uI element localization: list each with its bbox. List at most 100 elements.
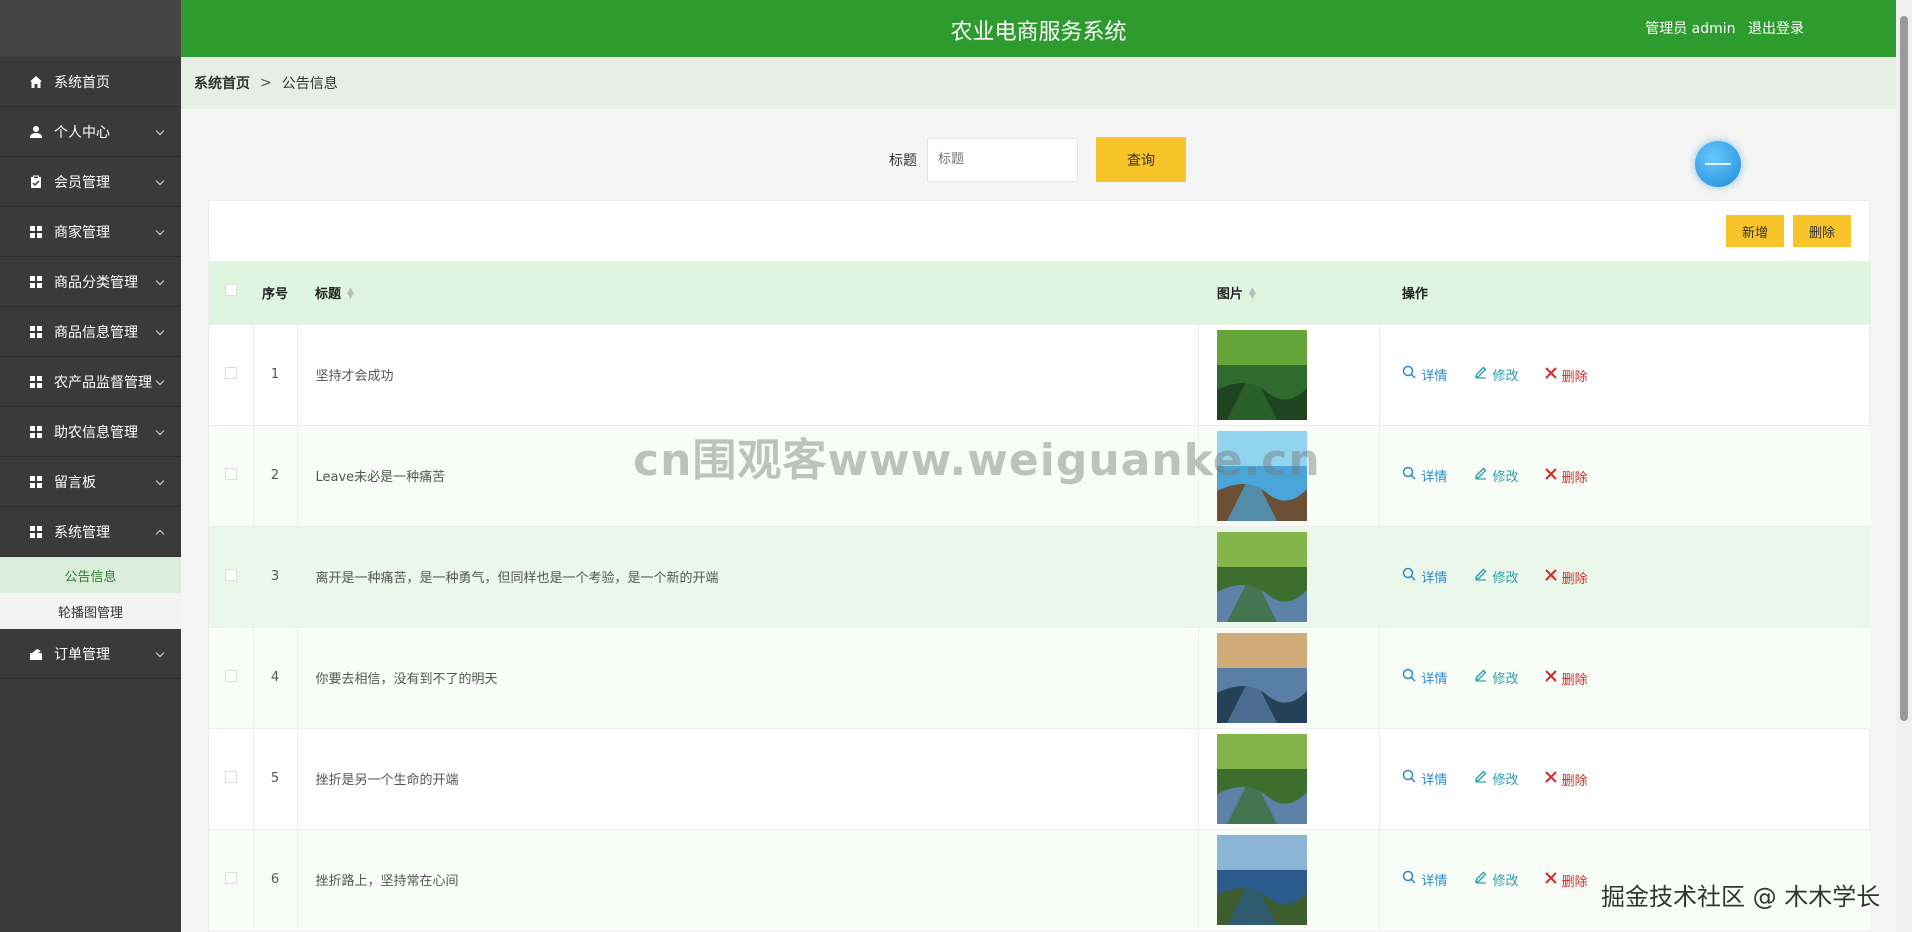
row-thumbnail[interactable] xyxy=(1217,531,1308,622)
header-title[interactable]: 标题 ▲ ▼ xyxy=(297,261,1199,324)
edit-button[interactable]: 修改 xyxy=(1474,769,1519,788)
row-thumbnail[interactable] xyxy=(1217,329,1308,420)
row-checkbox-cell xyxy=(209,424,254,526)
sidebar-item-orders[interactable]: 订单管理 xyxy=(0,629,181,679)
sidebar-item-2[interactable]: 会员管理 xyxy=(0,157,181,207)
row-checkbox[interactable] xyxy=(224,568,237,581)
title-search-input[interactable] xyxy=(927,137,1078,182)
edit-button[interactable]: 修改 xyxy=(1474,870,1519,889)
add-button[interactable]: 新增 xyxy=(1726,215,1784,247)
main-content: 标题 查询 新增 删除 序号 标题 ▲▼ 图片 ▲▼ 操作 1 坚持才会成功 xyxy=(181,109,1896,932)
table-header-row: 序号 标题 ▲ ▼ 图片 ▲ ▼ 操作 xyxy=(209,261,1871,324)
breadcrumb-separator: > xyxy=(260,75,272,91)
logout-link[interactable]: 退出登录 xyxy=(1748,21,1804,37)
sidebar-item-label: 系统管理 xyxy=(54,524,110,541)
box-icon xyxy=(28,646,44,662)
close-icon xyxy=(1544,872,1562,888)
table-row: 1 坚持才会成功 详情 修改 删除 xyxy=(209,323,1871,425)
detail-button[interactable]: 详情 xyxy=(1402,466,1447,485)
delete-label: 删除 xyxy=(1561,672,1588,688)
row-image-cell xyxy=(1198,525,1381,627)
pencil-icon xyxy=(1474,567,1493,585)
floating-blue-button[interactable] xyxy=(1695,141,1741,187)
pencil-icon xyxy=(1474,769,1493,787)
user-area: 管理员 admin 退出登录 xyxy=(1637,18,1804,38)
admin-label: 管理员 admin xyxy=(1645,21,1736,37)
row-title: 你要去相信，没有到不了的明天 xyxy=(297,626,1200,728)
delete-label: 删除 xyxy=(1561,369,1588,385)
sidebar-item-4[interactable]: 商品分类管理 xyxy=(0,257,181,307)
row-delete-button[interactable]: 删除 xyxy=(1544,467,1588,486)
row-thumbnail[interactable] xyxy=(1217,632,1308,723)
chevron-down-icon xyxy=(155,326,165,335)
chevron-up-icon xyxy=(155,529,165,538)
sidebar: 系统首页 个人中心会员管理商家管理 商品分类管理商品信息管理农产品监督管理助农信息管… xyxy=(0,0,181,932)
sidebar-item-9[interactable]: 系统管理 xyxy=(0,507,181,557)
delete-label: 删除 xyxy=(1561,571,1588,587)
grid-icon xyxy=(28,274,44,290)
sidebar-item-label: 会员管理 xyxy=(54,174,110,191)
row-thumbnail[interactable] xyxy=(1217,834,1308,925)
row-title: 挫折路上，坚持常在心间 xyxy=(297,828,1200,930)
sidebar-item-6[interactable]: 农产品监督管理 xyxy=(0,357,181,407)
breadcrumb-home[interactable]: 系统首页 xyxy=(194,73,250,93)
row-thumbnail[interactable] xyxy=(1217,733,1308,824)
sidebar-subitem-1[interactable]: 轮播图管理 xyxy=(0,593,181,629)
row-checkbox-cell xyxy=(209,828,254,930)
edit-button[interactable]: 修改 xyxy=(1474,466,1519,485)
sidebar-item-3[interactable]: 商家管理 xyxy=(0,207,181,257)
row-delete-button[interactable]: 删除 xyxy=(1544,871,1588,890)
detail-label: 详情 xyxy=(1421,570,1448,586)
header-op: 操作 xyxy=(1401,286,1428,302)
detail-label: 详情 xyxy=(1421,368,1448,384)
sidebar-item-7[interactable]: 助农信息管理 xyxy=(0,407,181,457)
table-row: 5 挫折是另一个生命的开端 详情 修改 删除 xyxy=(209,727,1871,829)
sidebar-item-0[interactable]: 系统首页 xyxy=(0,57,181,107)
sidebar-item-5[interactable]: 商品信息管理 xyxy=(0,307,181,357)
row-image-cell xyxy=(1198,727,1381,829)
row-operations: 详情 修改 删除 xyxy=(1379,323,1871,425)
grid-icon xyxy=(28,224,44,240)
detail-button[interactable]: 详情 xyxy=(1402,365,1447,384)
edit-button[interactable]: 修改 xyxy=(1474,668,1519,687)
row-image-cell xyxy=(1198,626,1381,728)
page-scrollbar[interactable] xyxy=(1896,0,1912,932)
row-checkbox[interactable] xyxy=(224,366,237,379)
delete-button[interactable]: 删除 xyxy=(1793,215,1851,247)
detail-button[interactable]: 详情 xyxy=(1402,668,1447,687)
sort-icon[interactable]: ▲ ▼ xyxy=(347,287,354,301)
row-delete-button[interactable]: 删除 xyxy=(1544,568,1588,587)
row-checkbox[interactable] xyxy=(224,770,237,783)
row-no: 5 xyxy=(253,727,298,829)
watermark-juejin: 掘金技术社区 @ 木木学长 xyxy=(1601,883,1881,911)
row-delete-button[interactable]: 删除 xyxy=(1544,770,1588,789)
header-image[interactable]: 图片 ▲ ▼ xyxy=(1199,261,1380,324)
detail-label: 详情 xyxy=(1421,671,1448,687)
row-delete-button[interactable]: 删除 xyxy=(1544,669,1588,688)
select-all-checkbox[interactable] xyxy=(225,284,237,297)
row-no: 3 xyxy=(253,525,298,627)
row-image-cell xyxy=(1198,323,1381,425)
edit-button[interactable]: 修改 xyxy=(1474,365,1519,384)
query-button[interactable]: 查询 xyxy=(1096,137,1186,182)
detail-button[interactable]: 详情 xyxy=(1402,769,1447,788)
sort-icon[interactable]: ▲ ▼ xyxy=(1249,287,1256,301)
scrollbar-thumb[interactable] xyxy=(1900,16,1908,721)
edit-button[interactable]: 修改 xyxy=(1474,567,1519,586)
close-icon xyxy=(1544,569,1562,585)
row-checkbox[interactable] xyxy=(224,467,237,480)
sidebar-subitem-0[interactable]: 公告信息 xyxy=(0,557,181,593)
sidebar-item-1[interactable]: 个人中心 xyxy=(0,107,181,157)
row-delete-button[interactable]: 删除 xyxy=(1544,366,1588,385)
chevron-down-icon xyxy=(155,648,165,657)
detail-button[interactable]: 详情 xyxy=(1402,567,1447,586)
home-icon xyxy=(28,74,44,90)
sidebar-item-label: 商品信息管理 xyxy=(54,324,138,341)
detail-button[interactable]: 详情 xyxy=(1402,870,1447,889)
sidebar-item-8[interactable]: 留言板 xyxy=(0,457,181,507)
row-checkbox[interactable] xyxy=(224,871,237,884)
watermark: cn围观客www.weiguanke.cn xyxy=(633,435,1321,486)
close-icon xyxy=(1544,670,1562,686)
row-checkbox[interactable] xyxy=(224,669,237,682)
sidebar-item-label: 助农信息管理 xyxy=(54,424,138,441)
